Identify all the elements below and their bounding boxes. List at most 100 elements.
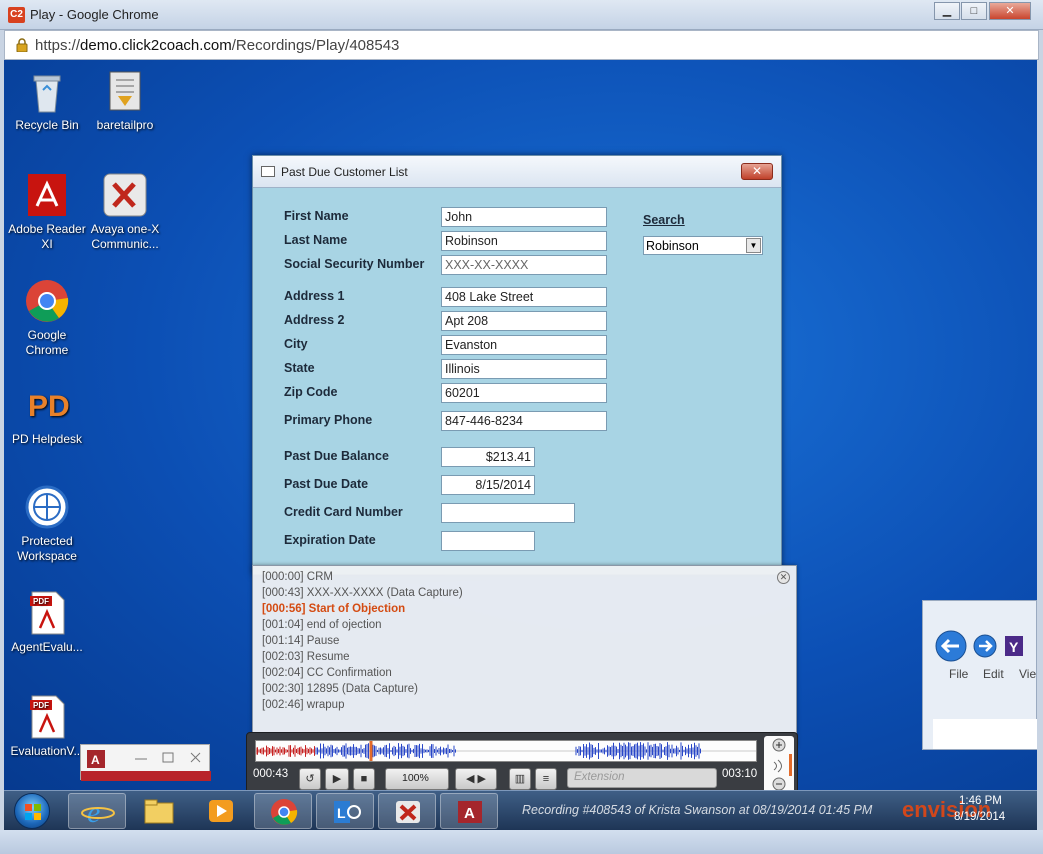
pdf-icon: PDF (24, 590, 70, 636)
start-button[interactable] (14, 793, 50, 829)
volume-icon (772, 738, 792, 790)
svg-text:A: A (464, 805, 475, 822)
maximize-button[interactable]: □ (961, 2, 987, 20)
taskbar-explorer[interactable] (130, 793, 188, 829)
waveform-track[interactable] (255, 740, 757, 762)
event-item[interactable]: [002:03] Resume (262, 651, 350, 663)
ssn-field[interactable]: XXX-XX-XXXX (441, 255, 607, 275)
zip-code-label: Zip Code (284, 385, 338, 399)
desktop-icon-label: Recycle Bin (15, 118, 79, 132)
folder-icon (144, 799, 174, 824)
desktop-icon-agentevalu[interactable]: PDF AgentEvalu... (6, 590, 88, 655)
desktop-icon-pd-helpdesk[interactable]: PD PD Helpdesk (6, 382, 88, 447)
event-item[interactable]: [002:46] wrapup (262, 699, 344, 711)
search-label: Search (643, 213, 685, 227)
primary-phone-field[interactable]: 847-446-8234 (441, 411, 607, 431)
taskbar-media-player[interactable] (192, 793, 250, 829)
taskbar-access[interactable]: A (440, 793, 498, 829)
desktop-icon-google-chrome[interactable]: Google Chrome (6, 278, 88, 358)
form-window: Past Due Customer List ✕ First Name John… (252, 155, 782, 575)
city-label: City (284, 337, 308, 351)
first-name-field[interactable]: John (441, 207, 607, 227)
event-item[interactable]: [001:04] end of ojection (262, 619, 382, 631)
protected-workspace-icon (24, 484, 70, 530)
last-name-label: Last Name (284, 233, 348, 247)
screen-view-icon[interactable]: ▥ (509, 768, 531, 790)
desktop-icon-avaya[interactable]: Avaya one-X Communic... (84, 172, 166, 252)
event-item[interactable]: [000:43] XXX-XX-XXXX (Data Capture) (262, 587, 463, 599)
form-close-button[interactable]: ✕ (741, 163, 773, 180)
credit-card-label: Credit Card Number (284, 505, 403, 519)
taskbar-lync[interactable]: L (316, 793, 374, 829)
form-titlebar: Past Due Customer List ✕ (253, 156, 781, 188)
expiration-date-field[interactable] (441, 531, 535, 551)
url-domain: demo.click2coach.com (80, 37, 232, 54)
close-icon[interactable]: ✕ (777, 571, 790, 584)
minimize-button[interactable]: ▁ (934, 2, 960, 20)
window-title: Play - Google Chrome (30, 7, 159, 22)
windows-logo-icon (25, 804, 41, 820)
city-field[interactable]: Evanston (441, 335, 607, 355)
form-title: Past Due Customer List (281, 165, 408, 179)
past-due-balance-field[interactable]: $213.41 (441, 447, 535, 467)
last-name-field[interactable]: Robinson (441, 231, 607, 251)
total-time: 003:10 (722, 768, 758, 780)
desktop-icon-baretailpro[interactable]: baretailpro (84, 68, 166, 133)
minimized-access-window[interactable]: A (80, 744, 211, 781)
state-field[interactable]: Illinois (441, 359, 607, 379)
event-item[interactable]: [001:14] Pause (262, 635, 339, 647)
notes-icon[interactable]: ≡ (535, 768, 557, 790)
address-bar[interactable]: https://demo.click2coach.com/Recordings/… (4, 30, 1039, 60)
play-button[interactable]: ▶ (325, 768, 349, 790)
credit-card-field[interactable] (441, 503, 575, 523)
past-due-date-field[interactable]: 8/15/2014 (441, 475, 535, 495)
pdf-icon: PDF (24, 694, 70, 740)
volume-panel[interactable] (764, 736, 794, 790)
desktop-icon-label: Google Chrome (25, 328, 69, 357)
clock-date[interactable]: 8/19/2014 (954, 811, 1005, 823)
access-icon: A (458, 801, 482, 823)
first-name-label: First Name (284, 209, 349, 223)
primary-phone-label: Primary Phone (284, 413, 373, 427)
close-window-button[interactable]: ✕ (989, 2, 1031, 20)
zoom-level: 100% (402, 772, 429, 784)
taskbar-chrome[interactable] (254, 793, 312, 829)
desktop-icon-label: baretailpro (96, 118, 154, 132)
url-scheme: https:// (35, 37, 81, 54)
taskbar-ie[interactable]: e (68, 793, 126, 829)
taskbar: e L A Recording #408543 of Krista Swanso… (4, 790, 1037, 830)
svg-text:Y: Y (1009, 639, 1019, 655)
desktop-icon-label: PD Helpdesk (11, 432, 83, 446)
event-item[interactable]: [002:30] 12895 (Data Capture) (262, 683, 418, 695)
svg-text:e: e (87, 796, 100, 829)
window-bottom-border (0, 830, 1043, 854)
stop-button[interactable]: ■ (353, 768, 375, 790)
address2-field[interactable]: Apt 208 (441, 311, 607, 331)
nav-markers-button[interactable]: ◀ ▶ (455, 768, 497, 790)
taskbar-avaya[interactable] (378, 793, 436, 829)
form-icon (261, 166, 275, 177)
clock-time[interactable]: 1:46 PM (959, 795, 1002, 807)
desktop-icon-adobe-reader[interactable]: Adobe Reader XI (6, 172, 88, 252)
access-window-graphic: A (81, 750, 211, 781)
app-logo-icon: C2 (8, 7, 25, 23)
desktop: Recycle Bin baretailpro Adobe Reader XI A… (4, 60, 1037, 790)
address1-field[interactable]: 408 Lake Street (441, 287, 607, 307)
desktop-icon-evaluationv[interactable]: PDF EvaluationV... (6, 694, 88, 759)
event-item-highlighted[interactable]: [000:56] Start of Objection (262, 603, 405, 615)
desktop-icon-recycle-bin[interactable]: Recycle Bin (6, 68, 88, 133)
desktop-icon-protected-workspace[interactable]: Protected Workspace (6, 484, 88, 564)
url-text[interactable]: https://demo.click2coach.com/Recordings/… (35, 37, 399, 54)
search-dropdown[interactable]: Robinson ▼ (643, 236, 763, 255)
chevron-down-icon[interactable]: ▼ (746, 238, 761, 253)
event-item[interactable]: [000:00] CRM (262, 571, 333, 583)
extension-input[interactable]: Extension (567, 768, 717, 788)
event-item[interactable]: [002:04] CC Confirmation (262, 667, 392, 679)
zip-code-field[interactable]: 60201 (441, 383, 607, 403)
desktop-icon-label: EvaluationV... (10, 744, 84, 758)
state-label: State (284, 361, 315, 375)
search-value: Robinson (646, 239, 699, 253)
lync-icon: L (334, 801, 361, 823)
rewind-button[interactable]: ↺ (299, 768, 321, 790)
svg-text:L: L (337, 805, 346, 821)
